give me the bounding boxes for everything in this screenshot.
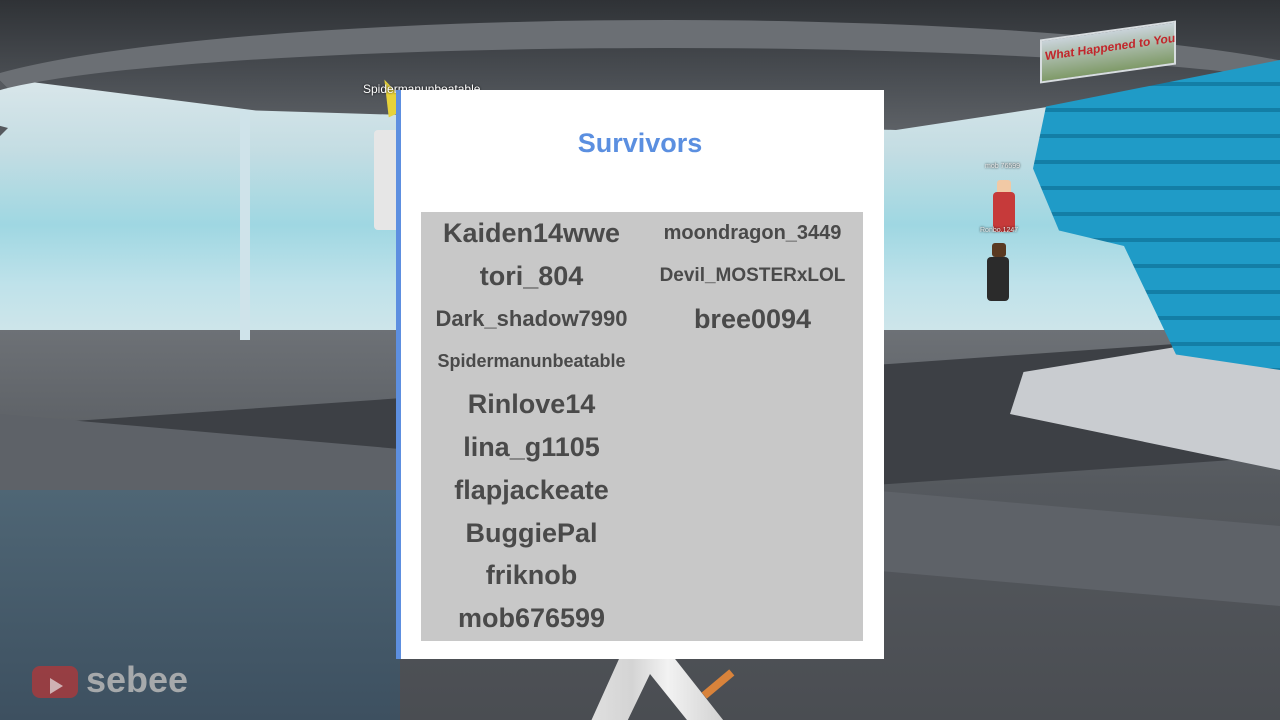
- survivors-list: Kaiden14wwe tori_804 Dark_shadow7990 Spi…: [421, 212, 863, 641]
- survivor-name: moondragon_3449: [663, 222, 842, 244]
- survivor-name: Rinlove14: [467, 389, 596, 420]
- play-triangle-icon: [50, 678, 63, 694]
- npc-avatar[interactable]: [987, 257, 1009, 301]
- survivor-name: flapjackeate: [454, 474, 609, 505]
- survivor-name: tori_804: [479, 260, 584, 291]
- youtube-play-icon: [32, 666, 78, 698]
- npc-name-tag: Ronbo.1247: [980, 227, 1019, 234]
- survivor-name: friknob: [485, 560, 578, 591]
- survivor-name: Spidermanunbeatable: [437, 351, 626, 372]
- channel-name: sebee: [86, 659, 189, 700]
- survivor-name: Devil_MOSTERxLOL: [659, 264, 846, 286]
- survivors-column-right: moondragon_3449 Devil_MOSTERxLOL bree009…: [642, 212, 863, 340]
- survivor-name: lina_g1105: [463, 431, 600, 462]
- survivors-column-left: Kaiden14wwe tori_804 Dark_shadow7990 Spi…: [421, 212, 642, 640]
- npc-name-tag: mob 76599: [985, 163, 1021, 170]
- npc-avatar[interactable]: [993, 192, 1015, 232]
- survivor-name: Dark_shadow7990: [435, 305, 628, 331]
- npc-head: [992, 243, 1006, 257]
- survivor-name: bree0094: [693, 303, 812, 334]
- survivor-name: Kaiden14wwe: [442, 218, 621, 248]
- panel-title: Survivors: [577, 128, 703, 158]
- survivor-name: BuggiePal: [465, 517, 598, 548]
- survivor-name: mob676599: [457, 603, 606, 634]
